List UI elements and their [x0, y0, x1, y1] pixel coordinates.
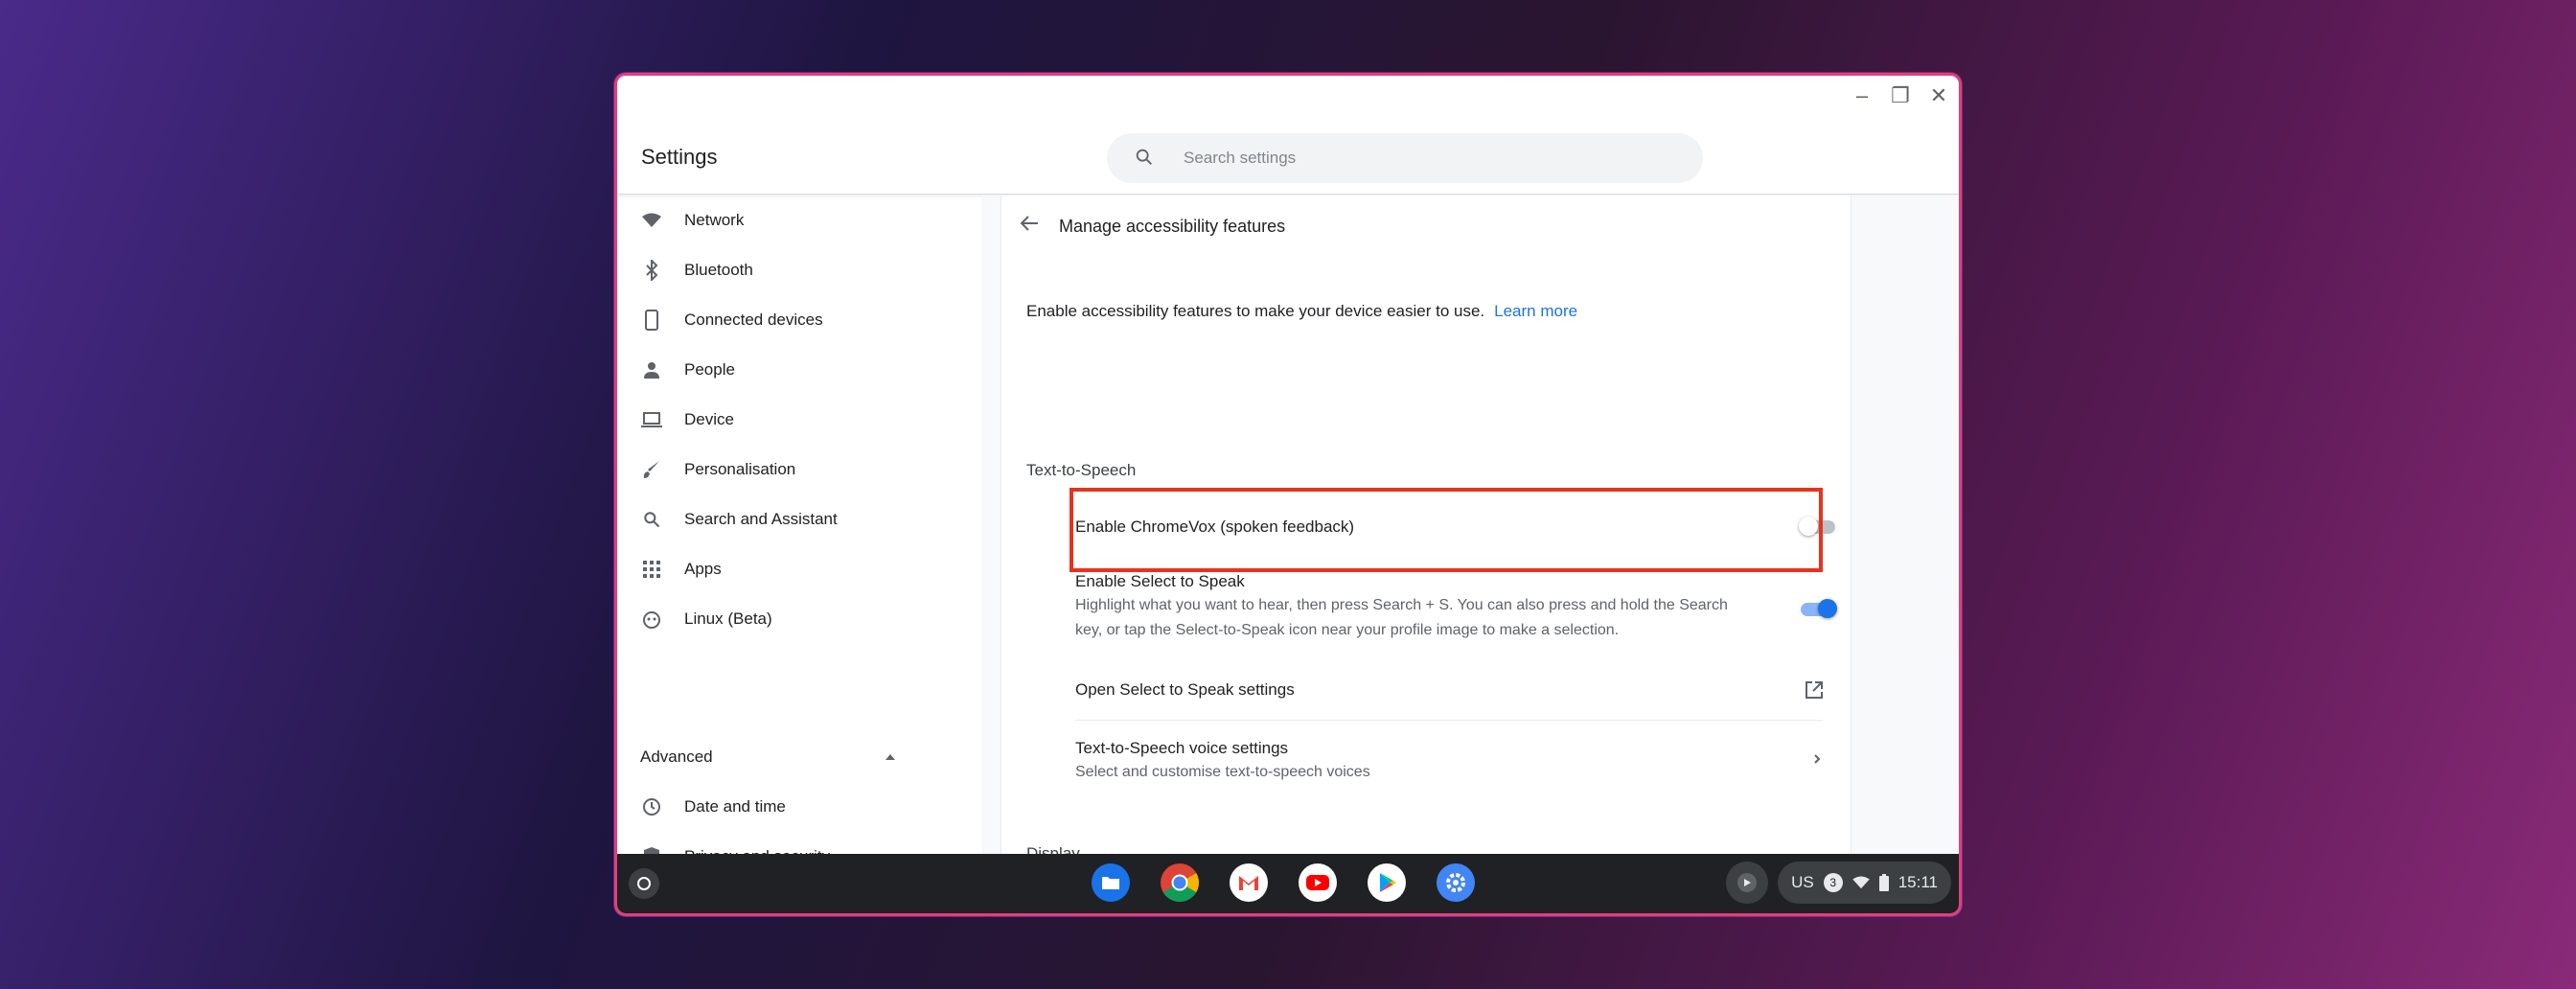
tts-voice-settings-desc: Select and customise text-to-speech voic… [1075, 764, 1370, 780]
section-text-to-speech: Text-to-Speech [1026, 461, 1137, 479]
search-icon [1136, 149, 1152, 165]
external-link-icon[interactable] [1805, 680, 1824, 700]
accessibility-tray-icon[interactable] [1726, 862, 1769, 904]
main-content: Manage accessibility features Enable acc… [981, 196, 1959, 913]
apps-grid-icon [640, 558, 663, 581]
sidebar-item-label: Device [684, 410, 734, 428]
sidebar-item-network[interactable]: Network [617, 196, 981, 245]
close-icon[interactable]: ✕ [1928, 83, 1949, 108]
highlight-box [1070, 488, 1823, 572]
search-placeholder: Search settings [1184, 149, 1297, 167]
play-store-icon[interactable] [1366, 862, 1408, 904]
brush-icon [640, 458, 663, 481]
title-bar: – ❐ ✕ Settings Search settings [617, 76, 1959, 195]
select-to-speak-toggle[interactable] [1801, 599, 1837, 618]
settings-icon[interactable] [1435, 862, 1477, 904]
sidebar-item-label: Network [684, 211, 745, 229]
sidebar-item-bluetooth[interactable]: Bluetooth [617, 245, 981, 295]
gmail-icon[interactable] [1228, 862, 1270, 904]
wifi-icon [640, 209, 663, 232]
sidebar-item-linux[interactable]: Linux (Beta) [617, 594, 981, 644]
sidebar-item-search-and-assistant[interactable]: Search and Assistant [617, 494, 981, 544]
select-to-speak-desc-1: Highlight what you want to hear, then pr… [1075, 597, 1728, 613]
bluetooth-icon [640, 259, 663, 282]
sidebar-item-label: Bluetooth [684, 261, 753, 279]
files-icon[interactable] [1090, 862, 1132, 904]
search-input[interactable]: Search settings [1107, 133, 1703, 183]
battery-icon [1878, 874, 1889, 891]
sidebar-item-label: People [684, 360, 735, 379]
chevron-right-icon[interactable] [1812, 752, 1822, 766]
phone-icon [640, 309, 663, 332]
chevron-up-icon[interactable] [886, 754, 895, 760]
linux-icon [640, 608, 663, 631]
divider [1075, 720, 1823, 721]
select-to-speak-label: Enable Select to Speak [1075, 572, 1245, 590]
chrome-icon[interactable] [1159, 862, 1201, 904]
minimize-icon[interactable]: – [1852, 83, 1873, 108]
sidebar-item-device[interactable]: Device [617, 395, 981, 445]
sidebar: Network Bluetooth Connected devices Peop… [617, 196, 981, 913]
sidebar-item-label: Search and Assistant [684, 510, 838, 528]
person-icon [640, 358, 663, 381]
search-icon [640, 508, 663, 531]
app-title: Settings [641, 145, 718, 169]
sidebar-item-label: Linux (Beta) [684, 610, 772, 628]
tts-voice-settings-label[interactable]: Text-to-Speech voice settings [1075, 739, 1288, 758]
sidebar-item-people[interactable]: People [617, 345, 981, 395]
shelf: US 3 15:11 [617, 854, 1959, 913]
open-select-to-speak-settings[interactable]: Open Select to Speak settings [1075, 680, 1295, 700]
keyboard-layout: US [1791, 873, 1814, 891]
youtube-icon[interactable] [1297, 862, 1339, 904]
status-tray: US 3 15:11 [1726, 862, 1951, 906]
launcher-button[interactable] [629, 868, 659, 899]
laptop-icon [640, 408, 663, 431]
sidebar-item-label: Connected devices [684, 310, 823, 329]
clock-icon [640, 795, 663, 818]
sidebar-item-connected-devices[interactable]: Connected devices [617, 295, 981, 345]
learn-more-link[interactable]: Learn more [1494, 302, 1577, 320]
page-title: Manage accessibility features [1059, 217, 1286, 236]
shelf-apps [1090, 862, 1477, 904]
intro-text: Enable accessibility features to make yo… [1026, 302, 1577, 321]
sidebar-item-label: Apps [684, 560, 722, 578]
notification-badge: 3 [1823, 873, 1843, 892]
window-controls: – ❐ ✕ [1852, 83, 1949, 108]
settings-window: – ❐ ✕ Settings Search settings Network B… [614, 73, 1962, 916]
system-tray[interactable]: US 3 15:11 [1778, 862, 1951, 904]
select-to-speak-desc-2: key, or tap the Select-to-Speak icon nea… [1075, 622, 1620, 638]
back-arrow-icon[interactable] [1019, 213, 1040, 234]
sidebar-item-label: Personalisation [684, 460, 796, 478]
sidebar-item-label: Date and time [684, 797, 786, 816]
restore-icon[interactable]: ❐ [1890, 83, 1911, 108]
sidebar-item-date-and-time[interactable]: Date and time [617, 782, 981, 832]
intro-description: Enable accessibility features to make yo… [1026, 302, 1485, 320]
sidebar-item-personalisation[interactable]: Personalisation [617, 445, 981, 494]
sidebar-item-apps[interactable]: Apps [617, 544, 981, 594]
wifi-icon [1852, 876, 1870, 889]
clock-time: 15:11 [1898, 873, 1938, 891]
advanced-toggle[interactable]: Advanced [640, 748, 713, 767]
accessibility-card: Manage accessibility features Enable acc… [1000, 196, 1852, 913]
